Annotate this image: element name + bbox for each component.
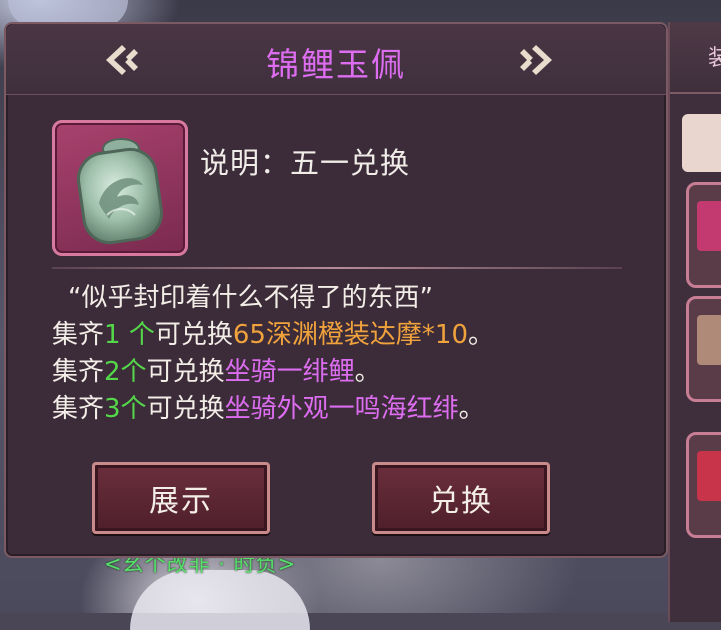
item-thumbnail	[697, 451, 721, 501]
scene-character	[130, 570, 310, 630]
reward-count: 3个	[104, 394, 147, 424]
item-icon-frame[interactable]	[52, 120, 188, 256]
reward-suffix: 。	[458, 394, 485, 424]
reward-line: 集齐3个可兑换坐骑外观一鸣海红绯。	[52, 391, 652, 428]
jade-pendant-icon	[76, 138, 164, 245]
reward-name: 坐骑外观一鸣海红绯	[224, 394, 459, 424]
reward-mid: 可兑换	[146, 394, 225, 424]
reward-line: 集齐2个可兑换坐骑一绯鲤。	[52, 354, 652, 391]
item-detail-dialog: 锦鲤玉佩 说明：五一兑换 “似乎封印着什么不得了的东西” 集齐1 个可兑换65深…	[4, 22, 668, 558]
inventory-slot[interactable]	[686, 432, 721, 538]
item-thumbnail	[697, 201, 721, 251]
side-panel-header: 装	[670, 22, 721, 94]
item-thumbnail	[697, 315, 721, 365]
dialog-header: 锦鲤玉佩	[6, 24, 666, 95]
reward-name: 65深渊橙装达摩*10	[232, 320, 469, 350]
item-name-title: 锦鲤玉佩	[266, 45, 406, 84]
reward-line: 集齐1 个可兑换65深渊橙装达摩*10。	[52, 317, 652, 354]
inventory-slot[interactable]	[686, 182, 721, 288]
exchange-button[interactable]: 兑换	[372, 462, 550, 534]
side-panel-tab[interactable]	[682, 114, 721, 172]
inventory-slot[interactable]	[686, 296, 721, 402]
reward-name: 坐骑一绯鲤	[224, 357, 355, 387]
reward-count: 1 个	[104, 320, 155, 350]
reward-mid: 可兑换	[154, 320, 233, 350]
flavor-text: “似乎封印着什么不得了的东西”	[68, 283, 433, 313]
chevron-right-icon	[520, 45, 552, 75]
next-item-button[interactable]	[516, 42, 558, 78]
reward-prefix: 集齐	[52, 357, 105, 387]
reward-prefix: 集齐	[52, 394, 105, 424]
show-button[interactable]: 展示	[92, 462, 270, 534]
item-description: 说明：五一兑换	[200, 146, 411, 180]
side-panel-header-label: 装	[708, 46, 721, 71]
item-lore-text: “似乎封印着什么不得了的东西” 集齐1 个可兑换65深渊橙装达摩*10。 集齐2…	[52, 280, 652, 428]
reward-prefix: 集齐	[52, 320, 105, 350]
reward-mid: 可兑换	[146, 357, 225, 387]
reward-suffix: 。	[354, 357, 381, 387]
section-divider	[52, 267, 622, 269]
reward-count: 2个	[104, 357, 147, 387]
reward-suffix: 。	[468, 320, 495, 350]
inventory-side-panel: 装	[668, 22, 721, 622]
